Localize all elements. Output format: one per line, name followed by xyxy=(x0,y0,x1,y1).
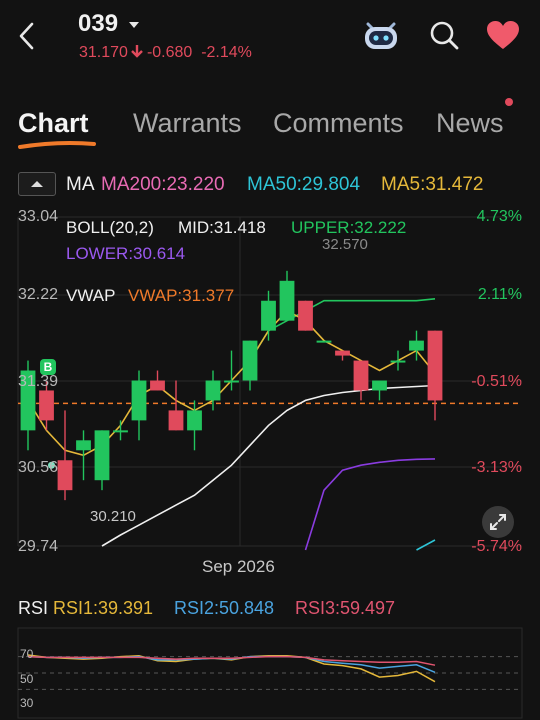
caret-down-icon xyxy=(128,21,139,28)
candle-body xyxy=(353,360,369,391)
candle-body xyxy=(409,340,424,351)
rsi-level-label: 50 xyxy=(20,672,34,686)
heart-icon xyxy=(487,21,519,49)
active-tab-indicator xyxy=(18,136,96,149)
candle-body xyxy=(335,350,350,356)
low-annotation: 30.210 xyxy=(90,508,136,525)
ticker-title[interactable]: 039 xyxy=(78,10,141,38)
pct-axis-label: -3.13% xyxy=(471,459,522,476)
candle-body xyxy=(261,300,276,331)
tab-warrants[interactable]: Warrants xyxy=(133,108,242,139)
ma50-line xyxy=(101,384,436,547)
favorite-button[interactable] xyxy=(486,20,520,50)
rsi3-line xyxy=(27,655,436,666)
candle-body xyxy=(57,460,73,491)
candle-body xyxy=(390,360,406,363)
pct-axis-label: 4.73% xyxy=(476,208,522,225)
tab-comments-label: Comments xyxy=(273,108,404,138)
ma-label: MA xyxy=(66,174,95,195)
candle-body xyxy=(94,430,110,481)
price-line: 31.170 -0.680 -2.14% xyxy=(79,44,252,62)
buy-marker-label: B xyxy=(43,360,53,374)
tab-chart-label: Chart xyxy=(18,108,89,138)
pct-axis-label: -5.74% xyxy=(471,538,522,555)
candle-body xyxy=(76,440,91,451)
rsi-legend: RSI RSI1:39.391 RSI2:50.848 RSI3:59.497 xyxy=(0,598,540,622)
pct-axis-label: 2.11% xyxy=(477,286,522,303)
tab-comments[interactable]: Comments xyxy=(273,108,404,139)
last-price: 31.170 xyxy=(79,44,128,61)
candle-body xyxy=(205,380,221,401)
boll-label: BOLL(20,2) xyxy=(66,218,154,237)
y-axis-label: 29.74 xyxy=(18,538,59,555)
chevron-left-icon xyxy=(19,22,34,50)
y-axis-label: 32.22 xyxy=(18,286,59,303)
vwap-label: VWAP xyxy=(66,286,116,305)
ma200-line xyxy=(416,539,436,551)
rsi2-value: RSI2:50.848 xyxy=(174,598,275,618)
y-axis-label: 33.04 xyxy=(18,208,59,225)
search-icon xyxy=(430,21,459,50)
candle-body xyxy=(427,330,443,401)
candle-body xyxy=(224,380,239,383)
high-annotation: 32.570 xyxy=(322,236,368,253)
candle-body xyxy=(279,280,295,321)
search-button[interactable] xyxy=(428,19,460,51)
candle-body xyxy=(372,380,387,391)
vwap-value: VWAP:31.377 xyxy=(128,286,235,305)
tab-chart[interactable]: Chart xyxy=(18,108,89,139)
candle-body xyxy=(242,340,258,381)
rsi-level-label: 30 xyxy=(20,696,34,710)
ma50-value: MA50:29.804 xyxy=(247,174,361,195)
news-badge-dot xyxy=(505,98,513,106)
ticker-symbol: 039 xyxy=(78,10,119,37)
fullscreen-button[interactable] xyxy=(482,506,514,538)
candle-body xyxy=(131,380,147,421)
rsi-level-label: 70 xyxy=(20,647,34,661)
robot-icon xyxy=(365,22,397,49)
rsi-chart[interactable] xyxy=(0,626,540,720)
tab-news[interactable]: News xyxy=(436,108,504,139)
y-axis-label: 31.39 xyxy=(18,373,59,390)
pct-axis-label: -0.51% xyxy=(471,373,522,390)
x-axis-label: Sep 2026 xyxy=(202,557,275,576)
tab-warrants-label: Warrants xyxy=(133,108,242,138)
buy-marker[interactable]: B xyxy=(40,359,56,375)
candle-body xyxy=(298,300,313,331)
boll-lower-value: LOWER:30.614 xyxy=(66,244,186,263)
boll-upper-value: UPPER:32.222 xyxy=(291,218,407,237)
robot-assistant-button[interactable] xyxy=(362,18,400,52)
ma5-value: MA5:31.472 xyxy=(381,174,484,195)
candle-body xyxy=(316,340,332,343)
boll-mid-value: MID:31.418 xyxy=(178,218,266,237)
rsi-label: RSI xyxy=(18,598,49,618)
ma200-value: MA200:23.220 xyxy=(101,174,225,195)
rsi1-value: RSI1:39.391 xyxy=(53,598,154,618)
candle-body xyxy=(113,430,128,433)
price-change-pct: -2.14% xyxy=(201,44,252,61)
candle-body xyxy=(150,380,165,391)
tab-bar: Chart Warrants Comments News xyxy=(0,98,540,149)
price-change: -0.680 xyxy=(146,44,193,61)
rsi3-value: RSI3:59.497 xyxy=(295,598,396,618)
expand-icon xyxy=(490,514,506,530)
ma-legend: MA MA200:23.220 MA50:29.804 MA5:31.472 xyxy=(0,174,540,198)
candle-body xyxy=(168,410,184,431)
candle-body xyxy=(39,390,54,421)
y-axis-label: 30.56 xyxy=(18,459,59,476)
arrow-down-icon xyxy=(131,45,143,58)
boll-lower-line xyxy=(304,458,436,551)
back-button[interactable] xyxy=(10,18,46,54)
candle-body xyxy=(187,410,202,431)
tab-news-label: News xyxy=(436,108,504,138)
